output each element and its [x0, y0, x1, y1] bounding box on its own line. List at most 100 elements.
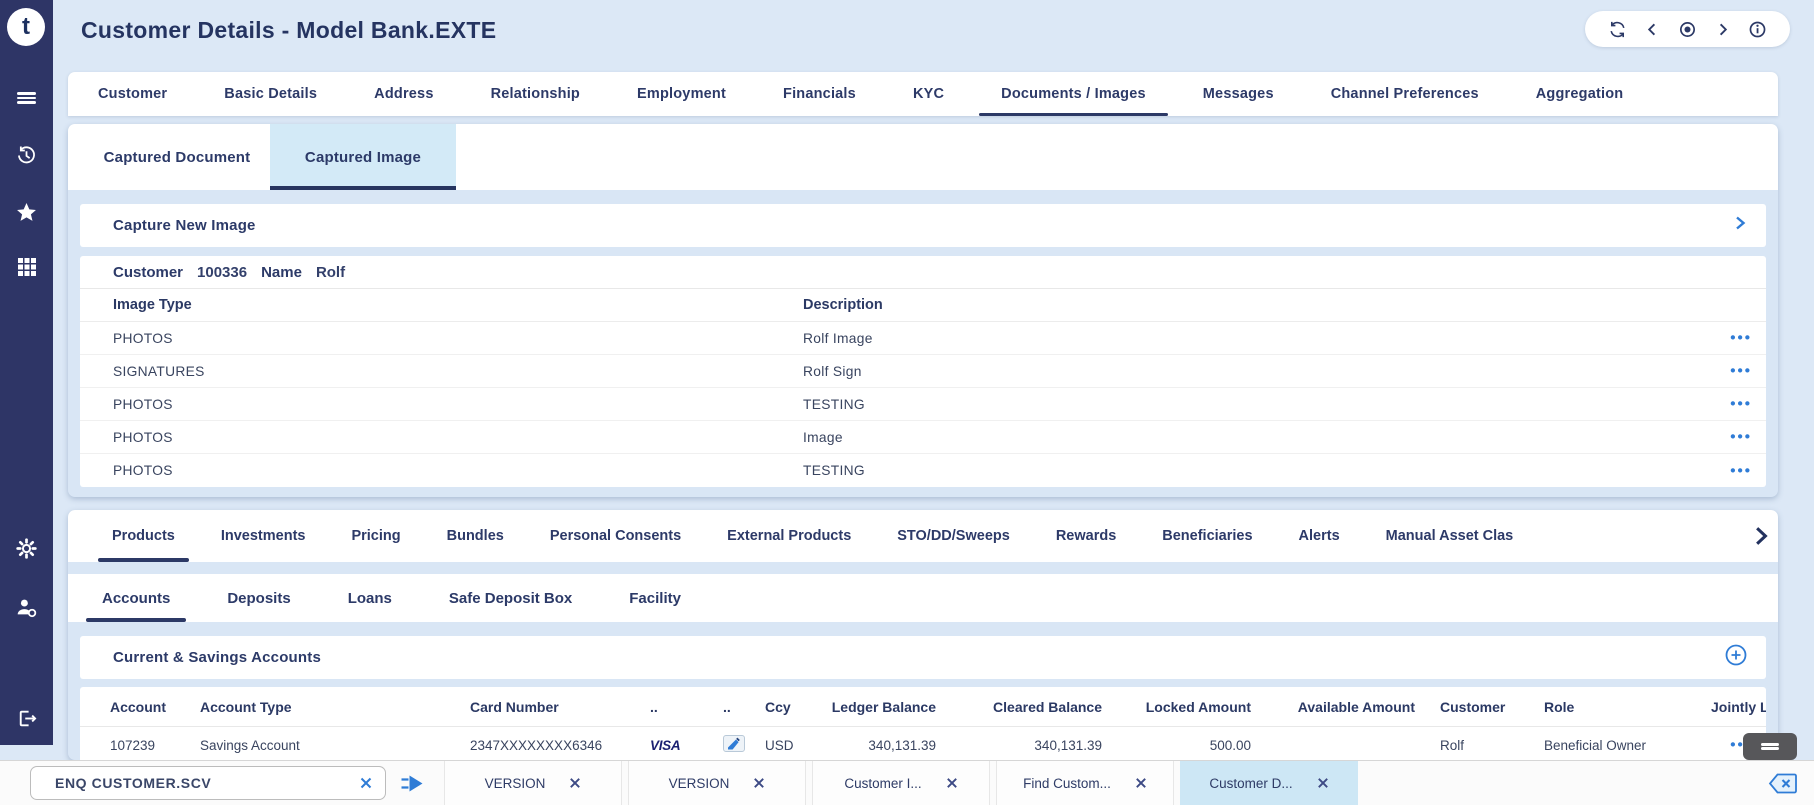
- tab-employment[interactable]: Employment: [637, 72, 726, 116]
- capture-new-image-row[interactable]: Capture New Image: [80, 204, 1766, 247]
- row-menu-icon[interactable]: •••: [1730, 429, 1752, 446]
- tab-basic-details[interactable]: Basic Details: [224, 72, 317, 116]
- role-cell: Beneficial Owner: [1544, 738, 1711, 753]
- col-signature: ..: [723, 699, 765, 715]
- table-row[interactable]: 107239 Savings Account 2347XXXXXXXX6346 …: [80, 727, 1766, 760]
- tab-personal-consents[interactable]: Personal Consents: [550, 510, 681, 562]
- apps-grid-icon[interactable]: [0, 254, 53, 280]
- tabs-overflow-chevron-icon[interactable]: [1750, 525, 1772, 547]
- tab-alerts[interactable]: Alerts: [1299, 510, 1340, 562]
- tab-external-products[interactable]: External Products: [727, 510, 851, 562]
- page-title: Customer Details - Model Bank.EXTE: [53, 17, 496, 44]
- tab-address[interactable]: Address: [374, 72, 433, 116]
- tab-pricing[interactable]: Pricing: [351, 510, 400, 562]
- description-cell: TESTING: [803, 397, 1766, 412]
- table-row[interactable]: PHOTOS Rolf Image •••: [80, 322, 1766, 355]
- row-menu-icon[interactable]: •••: [1730, 363, 1752, 380]
- session-tab[interactable]: VERSION: [444, 761, 622, 805]
- tab-documents-images[interactable]: Documents / Images: [1001, 72, 1146, 116]
- next-record-icon[interactable]: [1715, 22, 1730, 37]
- col-account-type: Account Type: [200, 699, 470, 715]
- close-tab-icon[interactable]: [1135, 777, 1147, 789]
- image-type-cell: PHOTOS: [113, 463, 803, 478]
- refresh-icon[interactable]: [1608, 20, 1627, 39]
- col-locked-amount: Locked Amount: [1102, 699, 1251, 715]
- tab-aggregation[interactable]: Aggregation: [1536, 72, 1624, 116]
- tab-accounts[interactable]: Accounts: [102, 574, 170, 622]
- tab-customer[interactable]: Customer: [98, 72, 167, 116]
- tab-beneficiaries[interactable]: Beneficiaries: [1162, 510, 1252, 562]
- tab-captured-document[interactable]: Captured Document: [84, 124, 270, 190]
- tab-deposits[interactable]: Deposits: [227, 574, 290, 622]
- tab-messages[interactable]: Messages: [1203, 72, 1274, 116]
- tab-channel-preferences[interactable]: Channel Preferences: [1331, 72, 1479, 116]
- table-row[interactable]: PHOTOS TESTING •••: [80, 388, 1766, 421]
- documents-panel: Captured Document Captured Image Capture…: [68, 124, 1778, 497]
- close-tab-icon[interactable]: [1317, 777, 1329, 789]
- tab-financials[interactable]: Financials: [783, 72, 856, 116]
- customer-cell: Rolf: [1415, 738, 1544, 753]
- close-tab-icon[interactable]: [946, 777, 958, 789]
- session-tab[interactable]: Find Custom...: [996, 761, 1174, 805]
- table-row[interactable]: PHOTOS TESTING •••: [80, 454, 1766, 487]
- tab-kyc[interactable]: KYC: [913, 72, 944, 116]
- account-type-cell: Savings Account: [200, 738, 470, 753]
- sidebar: t: [0, 0, 53, 745]
- name-value: Rolf: [316, 264, 345, 281]
- card-number-cell: 2347XXXXXXXX6346: [470, 738, 650, 753]
- chevron-right-icon[interactable]: [1732, 215, 1748, 236]
- command-input[interactable]: [35, 775, 359, 791]
- send-command-icon[interactable]: [399, 773, 426, 794]
- col-account: Account: [110, 699, 200, 715]
- app-logo[interactable]: t: [7, 8, 45, 46]
- close-tab-icon[interactable]: [753, 777, 765, 789]
- tab-captured-image[interactable]: Captured Image: [270, 124, 456, 190]
- customer-id-value: 100336: [197, 264, 247, 281]
- tab-rewards[interactable]: Rewards: [1056, 510, 1116, 562]
- tab-safe-deposit-box[interactable]: Safe Deposit Box: [449, 574, 572, 622]
- previous-record-icon[interactable]: [1645, 22, 1660, 37]
- captured-images-card: Customer 100336 Name Rolf Image Type Des…: [80, 256, 1766, 487]
- row-menu-icon[interactable]: •••: [1730, 330, 1752, 347]
- products-tab-bar: Products Investments Pricing Bundles Per…: [68, 510, 1778, 562]
- current-record-icon[interactable]: [1678, 20, 1697, 39]
- col-ccy: Ccy: [765, 699, 830, 715]
- ledger-balance-cell: 340,131.39: [830, 738, 936, 753]
- session-tab[interactable]: VERSION: [628, 761, 806, 805]
- info-icon[interactable]: [1748, 20, 1767, 39]
- row-menu-icon[interactable]: •••: [1730, 462, 1752, 479]
- products-subtab-bar: Accounts Deposits Loans Safe Deposit Box…: [68, 574, 1778, 622]
- table-row[interactable]: SIGNATURES Rolf Sign •••: [80, 355, 1766, 388]
- session-tab[interactable]: Customer I...: [812, 761, 990, 805]
- col-jointly: Jointly L: [1711, 699, 1766, 715]
- customer-info-bar: Customer 100336 Name Rolf: [80, 256, 1766, 289]
- logout-icon[interactable]: [0, 705, 53, 731]
- tab-sto-dd-sweeps[interactable]: STO/DD/Sweeps: [897, 510, 1010, 562]
- session-tab-active[interactable]: Customer D...: [1180, 761, 1358, 805]
- tab-relationship[interactable]: Relationship: [491, 72, 580, 116]
- settings-gear-icon[interactable]: [0, 535, 53, 561]
- top-header: Customer Details - Model Bank.EXTE: [53, 0, 1814, 60]
- menu-icon[interactable]: [0, 85, 53, 111]
- session-tab-strip: VERSION VERSION Customer I... Find Custo…: [444, 761, 1358, 805]
- clear-input-icon[interactable]: [359, 776, 373, 790]
- row-menu-icon[interactable]: •••: [1730, 396, 1752, 413]
- tab-facility[interactable]: Facility: [629, 574, 681, 622]
- tab-manual-asset-clas[interactable]: Manual Asset Clas: [1386, 510, 1514, 562]
- image-type-cell: SIGNATURES: [113, 364, 803, 379]
- tab-investments[interactable]: Investments: [221, 510, 306, 562]
- backspace-clear-icon[interactable]: [1768, 772, 1798, 795]
- signature-icon[interactable]: [723, 735, 765, 755]
- description-cell: TESTING: [803, 463, 1766, 478]
- tab-loans[interactable]: Loans: [348, 574, 392, 622]
- tab-products[interactable]: Products: [112, 510, 175, 562]
- history-icon[interactable]: [0, 142, 53, 168]
- table-row[interactable]: PHOTOS Image •••: [80, 421, 1766, 454]
- close-tab-icon[interactable]: [569, 777, 581, 789]
- tab-bundles[interactable]: Bundles: [447, 510, 504, 562]
- virtual-keyboard-toggle[interactable]: [1743, 733, 1797, 760]
- add-account-icon[interactable]: [1724, 643, 1748, 672]
- favorites-star-icon[interactable]: [0, 199, 53, 225]
- cleared-balance-cell: 340,131.39: [936, 738, 1102, 753]
- user-admin-icon[interactable]: [0, 594, 53, 620]
